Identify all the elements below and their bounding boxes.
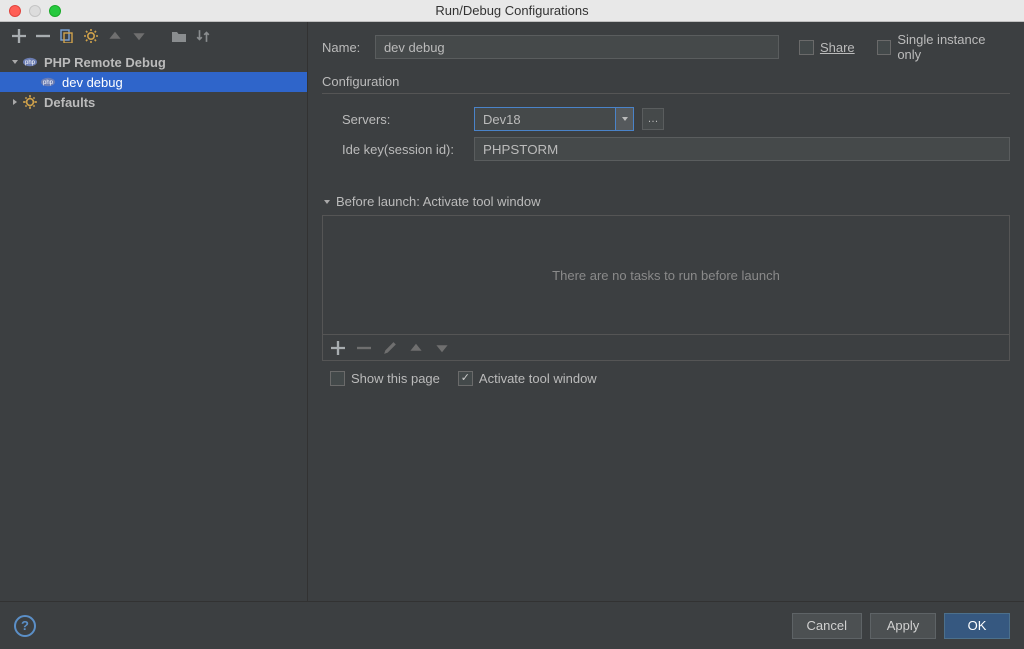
activate-tool-window-checkbox[interactable] — [458, 371, 473, 386]
dialog-footer: ? Cancel Apply OK — [0, 601, 1024, 649]
php-remote-debug-icon: php — [40, 74, 56, 90]
php-remote-debug-icon: php — [22, 54, 38, 70]
show-this-page-label: Show this page — [351, 371, 440, 386]
add-icon[interactable] — [331, 341, 345, 355]
sort-icon[interactable] — [196, 29, 210, 43]
tree-item-dev-debug[interactable]: php dev debug — [0, 72, 307, 92]
servers-select[interactable]: Dev18 — [474, 107, 634, 131]
move-up-icon[interactable] — [108, 29, 122, 43]
help-icon[interactable]: ? — [14, 615, 36, 637]
move-up-icon — [409, 341, 423, 355]
activate-tool-window-label: Activate tool window — [479, 371, 597, 386]
before-launch-toolbar — [322, 335, 1010, 361]
before-launch-header[interactable]: Before launch: Activate tool window — [322, 194, 1010, 209]
share-label: Share — [820, 40, 855, 55]
idekey-input[interactable] — [474, 137, 1010, 161]
chevron-right-icon — [10, 97, 20, 107]
tree-category-php-remote-debug[interactable]: php PHP Remote Debug — [0, 52, 307, 72]
svg-text:php: php — [43, 80, 54, 86]
settings-icon[interactable] — [84, 29, 98, 43]
servers-row: Servers: Dev18 … — [342, 104, 1010, 134]
chevron-down-icon — [615, 108, 633, 130]
configuration-group-title: Configuration — [322, 74, 1010, 89]
defaults-icon — [22, 94, 38, 110]
before-launch-title: Before launch: Activate tool window — [336, 194, 541, 209]
before-launch-empty-text: There are no tasks to run before launch — [552, 268, 780, 283]
name-label: Name: — [322, 40, 365, 55]
show-this-page-checkbox[interactable] — [330, 371, 345, 386]
servers-label: Servers: — [342, 112, 466, 127]
minimize-window-button — [29, 5, 41, 17]
before-launch-tasks-list[interactable]: There are no tasks to run before launch — [322, 215, 1010, 335]
configurations-tree[interactable]: php PHP Remote Debug php dev debug Defau… — [0, 50, 307, 601]
remove-icon — [357, 341, 371, 355]
edit-icon — [383, 341, 397, 355]
servers-select-value: Dev18 — [483, 112, 521, 127]
configurations-sidebar: php PHP Remote Debug php dev debug Defau… — [0, 22, 308, 601]
window-title: Run/Debug Configurations — [0, 3, 1024, 18]
idekey-label: Ide key(session id): — [342, 142, 466, 157]
tree-label: Defaults — [44, 95, 95, 110]
divider — [322, 93, 1010, 94]
add-icon[interactable] — [12, 29, 26, 43]
chevron-down-icon — [322, 197, 332, 207]
idekey-row: Ide key(session id): — [342, 134, 1010, 164]
single-instance-checkbox[interactable] — [877, 40, 892, 55]
close-window-button[interactable] — [9, 5, 21, 17]
name-row: Name: Share Single instance only — [322, 32, 1010, 62]
folder-icon[interactable] — [172, 29, 186, 43]
cancel-button[interactable]: Cancel — [792, 613, 862, 639]
svg-text:php: php — [25, 60, 36, 66]
ok-button[interactable]: OK — [944, 613, 1010, 639]
titlebar: Run/Debug Configurations — [0, 0, 1024, 22]
copy-icon[interactable] — [60, 29, 74, 43]
move-down-icon — [435, 341, 449, 355]
name-input[interactable] — [375, 35, 779, 59]
tree-label: PHP Remote Debug — [44, 55, 166, 70]
zoom-window-button[interactable] — [49, 5, 61, 17]
apply-button[interactable]: Apply — [870, 613, 936, 639]
single-instance-label: Single instance only — [897, 32, 1010, 62]
move-down-icon[interactable] — [132, 29, 146, 43]
share-checkbox[interactable] — [799, 40, 814, 55]
tree-category-defaults[interactable]: Defaults — [0, 92, 307, 112]
servers-browse-button[interactable]: … — [642, 108, 664, 130]
chevron-down-icon — [10, 57, 20, 67]
remove-icon[interactable] — [36, 29, 50, 43]
tree-label: dev debug — [62, 75, 123, 90]
sidebar-toolbar — [0, 22, 307, 50]
